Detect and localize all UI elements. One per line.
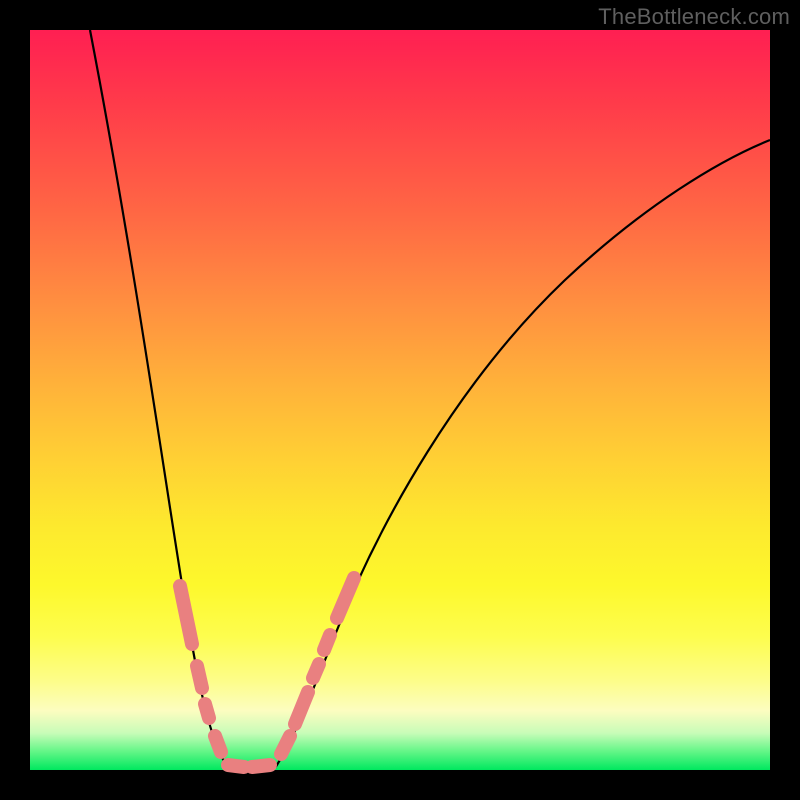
marker-right-5 bbox=[337, 578, 354, 618]
marker-right-2 bbox=[295, 692, 308, 724]
marker-bottom-1 bbox=[228, 765, 244, 767]
marker-right-3 bbox=[313, 664, 319, 678]
attribution-text: TheBottleneck.com bbox=[598, 4, 790, 30]
marker-left-4 bbox=[215, 736, 221, 752]
marker-right-1 bbox=[281, 736, 290, 754]
plot-gradient-area bbox=[30, 30, 770, 770]
curve-right-branch bbox=[275, 140, 770, 768]
chart-frame: TheBottleneck.com bbox=[0, 0, 800, 800]
marker-left-3 bbox=[205, 704, 209, 718]
bottleneck-curve bbox=[30, 30, 770, 770]
marker-group bbox=[180, 578, 354, 767]
curve-left-branch bbox=[90, 30, 228, 768]
marker-right-4 bbox=[324, 635, 330, 650]
marker-bottom-2 bbox=[252, 765, 270, 767]
marker-left-1 bbox=[180, 586, 192, 644]
marker-left-2 bbox=[197, 666, 202, 688]
